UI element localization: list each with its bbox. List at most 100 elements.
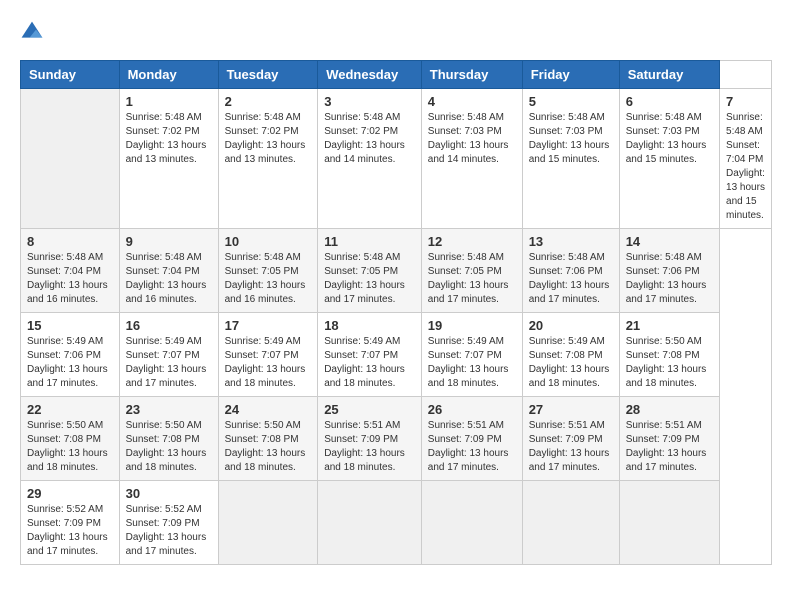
calendar-week: 22 Sunrise: 5:50 AM Sunset: 7:08 PM Dayl… <box>21 397 772 481</box>
day-number: 18 <box>324 318 415 333</box>
calendar-day: 4 Sunrise: 5:48 AM Sunset: 7:03 PM Dayli… <box>421 89 522 229</box>
calendar-day: 16 Sunrise: 5:49 AM Sunset: 7:07 PM Dayl… <box>119 313 218 397</box>
day-info: Sunrise: 5:49 AM Sunset: 7:07 PM Dayligh… <box>225 335 312 391</box>
day-info: Sunrise: 5:52 AM Sunset: 7:09 PM Dayligh… <box>126 503 212 559</box>
calendar-day: 10 Sunrise: 5:48 AM Sunset: 7:05 PM Dayl… <box>218 229 318 313</box>
page-header <box>20 20 772 44</box>
day-number: 4 <box>428 94 516 109</box>
calendar-week: 29 Sunrise: 5:52 AM Sunset: 7:09 PM Dayl… <box>21 481 772 565</box>
day-info: Sunrise: 5:48 AM Sunset: 7:03 PM Dayligh… <box>626 111 713 167</box>
calendar-day: 18 Sunrise: 5:49 AM Sunset: 7:07 PM Dayl… <box>318 313 422 397</box>
day-number: 29 <box>27 486 113 501</box>
calendar-week: 8 Sunrise: 5:48 AM Sunset: 7:04 PM Dayli… <box>21 229 772 313</box>
day-info: Sunrise: 5:51 AM Sunset: 7:09 PM Dayligh… <box>324 419 415 475</box>
calendar-day: 8 Sunrise: 5:48 AM Sunset: 7:04 PM Dayli… <box>21 229 120 313</box>
weekday-header: Saturday <box>619 61 719 89</box>
day-info: Sunrise: 5:52 AM Sunset: 7:09 PM Dayligh… <box>27 503 113 559</box>
day-info: Sunrise: 5:50 AM Sunset: 7:08 PM Dayligh… <box>27 419 113 475</box>
calendar-day: 12 Sunrise: 5:48 AM Sunset: 7:05 PM Dayl… <box>421 229 522 313</box>
day-info: Sunrise: 5:49 AM Sunset: 7:07 PM Dayligh… <box>324 335 415 391</box>
calendar-day: 11 Sunrise: 5:48 AM Sunset: 7:05 PM Dayl… <box>318 229 422 313</box>
day-info: Sunrise: 5:48 AM Sunset: 7:03 PM Dayligh… <box>529 111 613 167</box>
day-info: Sunrise: 5:50 AM Sunset: 7:08 PM Dayligh… <box>225 419 312 475</box>
day-number: 1 <box>126 94 212 109</box>
day-number: 12 <box>428 234 516 249</box>
day-info: Sunrise: 5:48 AM Sunset: 7:02 PM Dayligh… <box>324 111 415 167</box>
day-info: Sunrise: 5:48 AM Sunset: 7:04 PM Dayligh… <box>726 111 765 223</box>
calendar-table: SundayMondayTuesdayWednesdayThursdayFrid… <box>20 60 772 565</box>
day-number: 3 <box>324 94 415 109</box>
calendar-day: 1 Sunrise: 5:48 AM Sunset: 7:02 PM Dayli… <box>119 89 218 229</box>
calendar-day: 28 Sunrise: 5:51 AM Sunset: 7:09 PM Dayl… <box>619 397 719 481</box>
empty-cell <box>21 89 120 229</box>
calendar-day: 26 Sunrise: 5:51 AM Sunset: 7:09 PM Dayl… <box>421 397 522 481</box>
calendar-day: 25 Sunrise: 5:51 AM Sunset: 7:09 PM Dayl… <box>318 397 422 481</box>
day-number: 16 <box>126 318 212 333</box>
calendar-day: 23 Sunrise: 5:50 AM Sunset: 7:08 PM Dayl… <box>119 397 218 481</box>
day-number: 13 <box>529 234 613 249</box>
day-info: Sunrise: 5:48 AM Sunset: 7:02 PM Dayligh… <box>126 111 212 167</box>
calendar-day <box>421 481 522 565</box>
day-info: Sunrise: 5:51 AM Sunset: 7:09 PM Dayligh… <box>529 419 613 475</box>
day-number: 9 <box>126 234 212 249</box>
day-info: Sunrise: 5:48 AM Sunset: 7:03 PM Dayligh… <box>428 111 516 167</box>
day-number: 14 <box>626 234 713 249</box>
calendar-day: 7 Sunrise: 5:48 AM Sunset: 7:04 PM Dayli… <box>720 89 772 229</box>
calendar-day: 30 Sunrise: 5:52 AM Sunset: 7:09 PM Dayl… <box>119 481 218 565</box>
calendar-day: 24 Sunrise: 5:50 AM Sunset: 7:08 PM Dayl… <box>218 397 318 481</box>
day-number: 6 <box>626 94 713 109</box>
calendar-day: 3 Sunrise: 5:48 AM Sunset: 7:02 PM Dayli… <box>318 89 422 229</box>
weekday-header: Sunday <box>21 61 120 89</box>
day-info: Sunrise: 5:48 AM Sunset: 7:04 PM Dayligh… <box>126 251 212 307</box>
day-number: 7 <box>726 94 765 109</box>
calendar-day <box>522 481 619 565</box>
day-info: Sunrise: 5:51 AM Sunset: 7:09 PM Dayligh… <box>428 419 516 475</box>
day-info: Sunrise: 5:51 AM Sunset: 7:09 PM Dayligh… <box>626 419 713 475</box>
calendar-week: 15 Sunrise: 5:49 AM Sunset: 7:06 PM Dayl… <box>21 313 772 397</box>
day-number: 23 <box>126 402 212 417</box>
day-info: Sunrise: 5:49 AM Sunset: 7:07 PM Dayligh… <box>126 335 212 391</box>
day-info: Sunrise: 5:48 AM Sunset: 7:06 PM Dayligh… <box>626 251 713 307</box>
calendar-day: 13 Sunrise: 5:48 AM Sunset: 7:06 PM Dayl… <box>522 229 619 313</box>
day-info: Sunrise: 5:49 AM Sunset: 7:08 PM Dayligh… <box>529 335 613 391</box>
calendar-day: 6 Sunrise: 5:48 AM Sunset: 7:03 PM Dayli… <box>619 89 719 229</box>
day-info: Sunrise: 5:48 AM Sunset: 7:05 PM Dayligh… <box>428 251 516 307</box>
day-number: 20 <box>529 318 613 333</box>
calendar-header: SundayMondayTuesdayWednesdayThursdayFrid… <box>21 61 772 89</box>
weekday-header: Thursday <box>421 61 522 89</box>
day-number: 25 <box>324 402 415 417</box>
calendar-day: 27 Sunrise: 5:51 AM Sunset: 7:09 PM Dayl… <box>522 397 619 481</box>
calendar-day: 29 Sunrise: 5:52 AM Sunset: 7:09 PM Dayl… <box>21 481 120 565</box>
day-info: Sunrise: 5:49 AM Sunset: 7:07 PM Dayligh… <box>428 335 516 391</box>
day-number: 21 <box>626 318 713 333</box>
weekday-header: Friday <box>522 61 619 89</box>
day-number: 19 <box>428 318 516 333</box>
weekday-header: Wednesday <box>318 61 422 89</box>
calendar-day <box>619 481 719 565</box>
day-number: 10 <box>225 234 312 249</box>
day-info: Sunrise: 5:48 AM Sunset: 7:04 PM Dayligh… <box>27 251 113 307</box>
day-number: 27 <box>529 402 613 417</box>
calendar-day <box>218 481 318 565</box>
day-number: 26 <box>428 402 516 417</box>
calendar-day: 22 Sunrise: 5:50 AM Sunset: 7:08 PM Dayl… <box>21 397 120 481</box>
calendar-week: 1 Sunrise: 5:48 AM Sunset: 7:02 PM Dayli… <box>21 89 772 229</box>
calendar-day <box>318 481 422 565</box>
day-info: Sunrise: 5:50 AM Sunset: 7:08 PM Dayligh… <box>626 335 713 391</box>
calendar-day: 14 Sunrise: 5:48 AM Sunset: 7:06 PM Dayl… <box>619 229 719 313</box>
day-number: 17 <box>225 318 312 333</box>
calendar-day: 2 Sunrise: 5:48 AM Sunset: 7:02 PM Dayli… <box>218 89 318 229</box>
calendar-day: 19 Sunrise: 5:49 AM Sunset: 7:07 PM Dayl… <box>421 313 522 397</box>
day-info: Sunrise: 5:49 AM Sunset: 7:06 PM Dayligh… <box>27 335 113 391</box>
day-number: 8 <box>27 234 113 249</box>
day-info: Sunrise: 5:48 AM Sunset: 7:05 PM Dayligh… <box>225 251 312 307</box>
calendar-day: 15 Sunrise: 5:49 AM Sunset: 7:06 PM Dayl… <box>21 313 120 397</box>
day-number: 30 <box>126 486 212 501</box>
day-info: Sunrise: 5:48 AM Sunset: 7:06 PM Dayligh… <box>529 251 613 307</box>
day-info: Sunrise: 5:48 AM Sunset: 7:05 PM Dayligh… <box>324 251 415 307</box>
day-number: 5 <box>529 94 613 109</box>
day-number: 24 <box>225 402 312 417</box>
day-info: Sunrise: 5:50 AM Sunset: 7:08 PM Dayligh… <box>126 419 212 475</box>
day-number: 28 <box>626 402 713 417</box>
weekday-header: Tuesday <box>218 61 318 89</box>
